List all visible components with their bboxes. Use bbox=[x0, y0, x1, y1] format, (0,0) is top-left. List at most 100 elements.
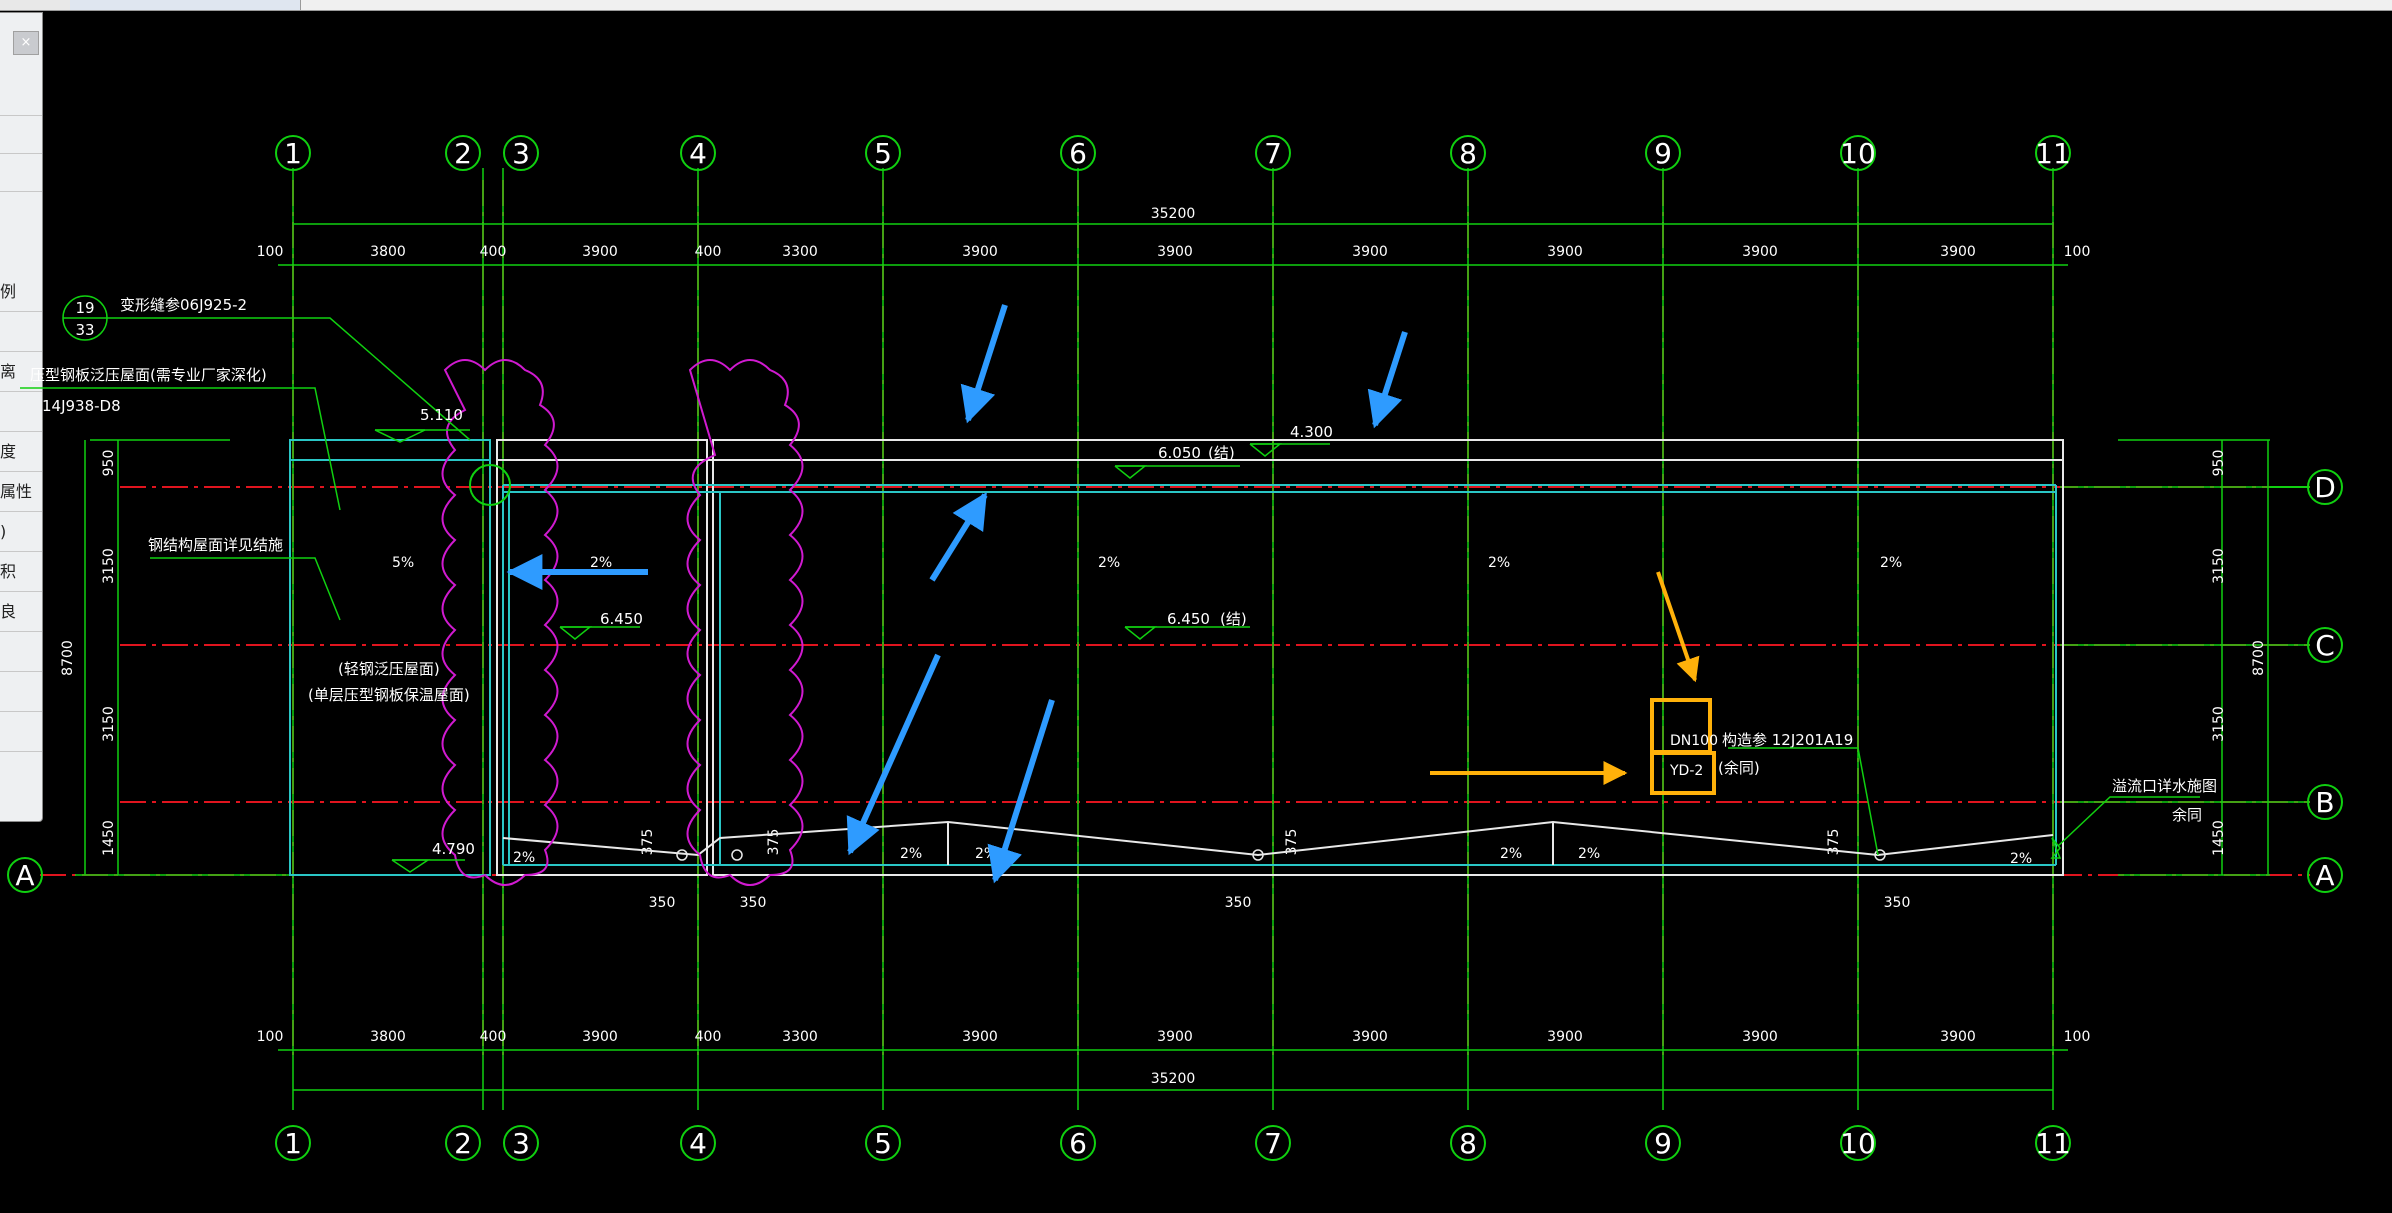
axis-label-9: 9 bbox=[1654, 137, 1672, 170]
detail-callout bbox=[20, 295, 511, 621]
note-joint: 变形缝参06J925-2 bbox=[120, 296, 247, 314]
elevation-text: 6.450 bbox=[1167, 610, 1210, 628]
dim-span: 400 bbox=[695, 244, 722, 260]
axis-label-10: 10 bbox=[1840, 137, 1876, 170]
note-same: 余同 bbox=[2172, 806, 2202, 824]
axis-label-5: 5 bbox=[874, 137, 892, 170]
dim-height: 950 bbox=[101, 450, 117, 477]
slope-text: 2% bbox=[1488, 555, 1510, 571]
axis-label-7-bottom: 7 bbox=[1264, 1127, 1282, 1160]
axis-label-2-bottom: 2 bbox=[454, 1127, 472, 1160]
axis-label-3-bottom: 3 bbox=[512, 1127, 530, 1160]
dim-span: 3800 bbox=[370, 244, 406, 260]
axis-label-5-bottom: 5 bbox=[874, 1127, 892, 1160]
dim-span: 400 bbox=[480, 1029, 507, 1045]
dim-span: 3900 bbox=[1157, 1029, 1193, 1045]
dim-span: 3900 bbox=[1352, 244, 1388, 260]
cad-drawing-canvas[interactable]: 1 2 3 4 5 6 7 8 9 10 11 1 2 3 4 5 6 7 8 … bbox=[0, 0, 2392, 1213]
dim-span: 3900 bbox=[1547, 244, 1583, 260]
dim-height: 950 bbox=[2211, 450, 2227, 477]
dim-span: 400 bbox=[480, 244, 507, 260]
slope-text: 2% bbox=[1880, 555, 1902, 571]
elevation-text: (结) bbox=[1208, 444, 1235, 462]
elevation-text: 6.050 bbox=[1158, 444, 1201, 462]
elevation-markers bbox=[374, 429, 1330, 873]
dim-drain-vert: 375 bbox=[766, 829, 782, 856]
axis-label-6-bottom: 6 bbox=[1069, 1127, 1087, 1160]
slope-text: 2% bbox=[2010, 851, 2032, 867]
dim-drain-offset: 350 bbox=[1225, 895, 1252, 911]
detail-callout-sheet: 33 bbox=[75, 321, 94, 339]
note-sheet-2: (单层压型钢板保温屋面) bbox=[308, 686, 470, 704]
axis-label-A-right: A bbox=[2315, 859, 2334, 892]
dim-edge: 100 bbox=[257, 1029, 284, 1045]
label-yd2: YD-2 bbox=[1669, 763, 1703, 779]
axis-label-1-bottom: 1 bbox=[284, 1127, 302, 1160]
note-steel-roof: 钢结构屋面详见结施 bbox=[148, 536, 283, 554]
axis-label-D: D bbox=[2314, 471, 2336, 504]
dim-span: 3900 bbox=[582, 1029, 618, 1045]
dim-edge: 100 bbox=[2064, 1029, 2091, 1045]
elevation-text: 4.790 bbox=[432, 840, 475, 858]
dim-height-total: 8700 bbox=[60, 640, 76, 676]
axis-label-B: B bbox=[2315, 786, 2334, 819]
dim-drain-offset: 350 bbox=[740, 895, 767, 911]
slope-text: 2% bbox=[1098, 555, 1120, 571]
dim-span: 3900 bbox=[1547, 1029, 1583, 1045]
axis-label-6: 6 bbox=[1069, 137, 1087, 170]
dim-total-bottom: 35200 bbox=[1151, 1071, 1196, 1087]
axis-label-8-bottom: 8 bbox=[1459, 1127, 1477, 1160]
dim-height: 3150 bbox=[101, 706, 117, 742]
axis-label-C: C bbox=[2315, 629, 2335, 662]
dim-span: 400 bbox=[695, 1029, 722, 1045]
dim-drain-offset: 350 bbox=[1884, 895, 1911, 911]
slope-text: 2% bbox=[590, 555, 612, 571]
dim-span: 3800 bbox=[370, 1029, 406, 1045]
elevation-text: 6.450 bbox=[600, 610, 643, 628]
elevation-text: 4.300 bbox=[1290, 423, 1333, 441]
dim-span: 3300 bbox=[782, 244, 818, 260]
note-construct: 构造参 12J201A19 bbox=[1722, 731, 1853, 749]
axis-label-11-bottom: 11 bbox=[2035, 1127, 2071, 1160]
detail-callout-number: 19 bbox=[75, 299, 94, 317]
axis-label-4: 4 bbox=[689, 137, 707, 170]
dim-edge: 100 bbox=[257, 244, 284, 260]
dim-span: 3900 bbox=[1742, 244, 1778, 260]
dim-height: 3150 bbox=[101, 548, 117, 584]
extension-lines bbox=[75, 168, 2310, 1110]
dim-height: 1450 bbox=[2211, 820, 2227, 856]
dim-drain-offset: 350 bbox=[649, 895, 676, 911]
axis-label-10-bottom: 10 bbox=[1840, 1127, 1876, 1160]
axis-label-7: 7 bbox=[1264, 137, 1282, 170]
blue-arrows bbox=[506, 304, 1408, 884]
axis-label-1: 1 bbox=[284, 137, 302, 170]
axis-label-4-bottom: 4 bbox=[689, 1127, 707, 1160]
dim-height: 3150 bbox=[2211, 706, 2227, 742]
note-roof-std: 14J938-D8 bbox=[42, 397, 121, 415]
dim-span: 3900 bbox=[962, 1029, 998, 1045]
note-same: (余同) bbox=[1718, 759, 1760, 777]
slope-text: 2% bbox=[975, 846, 997, 862]
axis-label-2: 2 bbox=[454, 137, 472, 170]
dim-span: 3900 bbox=[1352, 1029, 1388, 1045]
dim-height-total: 8700 bbox=[2251, 640, 2267, 676]
dim-span: 3900 bbox=[1940, 1029, 1976, 1045]
dim-edge: 100 bbox=[2064, 244, 2091, 260]
slope-text: 2% bbox=[513, 850, 535, 866]
elevation-text: (结) bbox=[1220, 610, 1247, 628]
dim-height: 3150 bbox=[2211, 548, 2227, 584]
axis-label-A-left: A bbox=[15, 859, 34, 892]
axis-label-11: 11 bbox=[2035, 137, 2071, 170]
elevation-text: 5.110 bbox=[420, 406, 463, 424]
dim-span: 3900 bbox=[1742, 1029, 1778, 1045]
axis-bubbles-bottom bbox=[7, 469, 2343, 1161]
axis-label-8: 8 bbox=[1459, 137, 1477, 170]
slope-text: 2% bbox=[1578, 846, 1600, 862]
roof-drains bbox=[676, 837, 2062, 861]
slope-text: 2% bbox=[900, 846, 922, 862]
label-dn100: DN100 bbox=[1670, 733, 1718, 749]
dim-span: 3900 bbox=[1157, 244, 1193, 260]
axis-lines-horizontal bbox=[40, 486, 2310, 876]
dim-span: 3900 bbox=[582, 244, 618, 260]
dim-height: 1450 bbox=[101, 820, 117, 856]
